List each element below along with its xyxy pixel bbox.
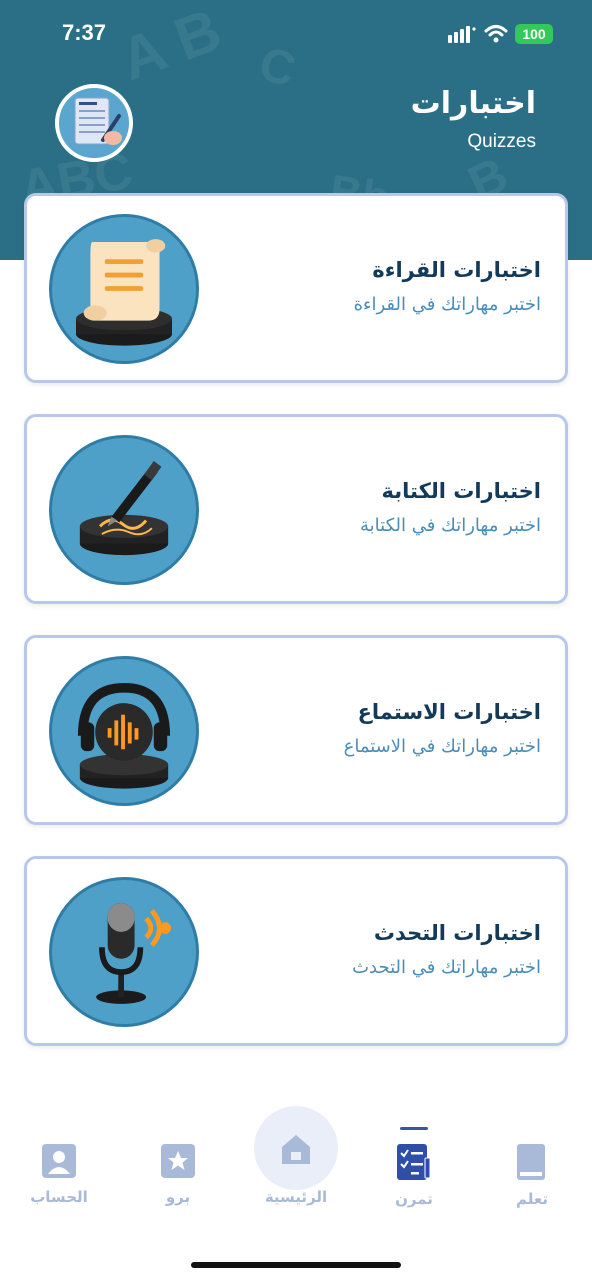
card-subtitle: اختبر مهاراتك في الاستماع xyxy=(343,736,541,757)
pen-icon xyxy=(49,435,199,585)
tab-practice-label: تمرن xyxy=(395,1190,433,1208)
tab-learn-label: تعلم xyxy=(516,1190,548,1208)
page-title: اختبارات xyxy=(410,86,536,121)
tab-practice[interactable]: تمرن xyxy=(364,1144,464,1208)
card-title: اختبارات الكتابة xyxy=(381,479,541,503)
cellular-signal-icon xyxy=(448,26,476,43)
wifi-icon xyxy=(484,25,508,43)
quiz-header-avatar xyxy=(55,84,133,162)
tab-home[interactable]: الرئيسية xyxy=(246,1132,346,1206)
card-subtitle: اختبر مهاراتك في الكتابة xyxy=(360,515,541,536)
headphones-icon xyxy=(49,656,199,806)
tab-account[interactable]: الحساب xyxy=(9,1144,109,1206)
home-indicator xyxy=(191,1262,401,1268)
tab-home-label: الرئيسية xyxy=(264,1188,328,1206)
book-icon xyxy=(517,1144,545,1180)
tab-account-label: الحساب xyxy=(30,1188,88,1206)
card-title: اختبارات القراءة xyxy=(372,258,541,282)
star-icon xyxy=(161,1144,195,1178)
microphone-icon xyxy=(49,877,199,1027)
active-tab-indicator xyxy=(400,1127,428,1130)
scroll-icon xyxy=(49,214,199,364)
card-subtitle: اختبر مهاراتك في التحدث xyxy=(352,957,541,978)
reading-quiz-card[interactable]: اختبارات القراءة اختبر مهاراتك في القراء… xyxy=(24,193,568,383)
home-icon xyxy=(282,1135,310,1164)
card-title: اختبارات الاستماع xyxy=(357,700,541,724)
page-subtitle: Quizzes xyxy=(467,131,536,152)
status-time: 7:37 xyxy=(62,20,107,45)
tab-pro-label: برو xyxy=(165,1188,191,1206)
bottom-navigation: الحساب برو الرئيسية تمرن تعلم xyxy=(0,1100,592,1250)
status-bar: 7:37 100 xyxy=(0,0,592,70)
writing-quiz-card[interactable]: اختبارات الكتابة اختبر مهاراتك في الكتاب… xyxy=(24,414,568,604)
speaking-quiz-card[interactable]: اختبارات التحدث اختبر مهاراتك في التحدث xyxy=(24,856,568,1046)
tab-learn[interactable]: تعلم xyxy=(482,1144,582,1208)
card-title: اختبارات التحدث xyxy=(373,921,541,945)
checklist-paper-icon xyxy=(74,97,122,145)
battery-indicator: 100 xyxy=(515,24,553,44)
listening-quiz-card[interactable]: اختبارات الاستماع اختبر مهاراتك في الاست… xyxy=(24,635,568,825)
tab-pro[interactable]: برو xyxy=(128,1144,228,1206)
card-subtitle: اختبر مهاراتك في القراءة xyxy=(353,294,541,315)
checklist-icon xyxy=(397,1144,431,1180)
person-icon xyxy=(42,1144,76,1178)
